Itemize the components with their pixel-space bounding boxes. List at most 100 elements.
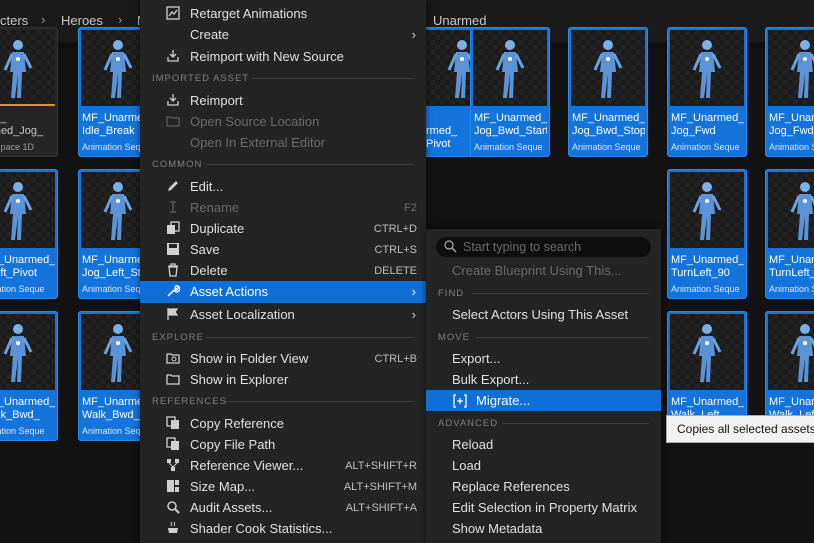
chevron-right-icon: ›	[118, 12, 123, 27]
submenu-item-replace-references[interactable]: Replace References	[426, 476, 661, 497]
menu-item-show-in-explorer[interactable]: Show in Explorer	[140, 369, 426, 390]
menu-item-show-in-folder-view[interactable]: Show in Folder View CTRL+B	[140, 348, 426, 369]
asset-thumbnail	[0, 30, 55, 106]
section-imported-asset: IMPORTED ASSET	[152, 73, 250, 84]
asset-type: Animation Seque	[474, 142, 543, 152]
submenu-item-select-actors[interactable]: Select Actors Using This Asset	[426, 304, 661, 325]
divider	[206, 337, 414, 338]
menu-item-asset-actions[interactable]: Asset Actions ›	[140, 281, 426, 303]
menu-item-delete[interactable]: Delete DELETE	[140, 260, 426, 281]
reimport-icon	[166, 93, 180, 107]
asset-type: Animation Seque	[769, 284, 814, 294]
duplicate-icon	[166, 221, 180, 235]
menu-item-edit[interactable]: Edit...	[140, 176, 426, 197]
character-figure-icon	[98, 38, 138, 107]
menu-item-audit-assets[interactable]: Audit Assets... ALT+SHIFT+A	[140, 497, 426, 518]
character-figure-icon	[687, 38, 727, 107]
menu-item-copy-reference[interactable]: Copy Reference	[140, 413, 426, 434]
character-figure-icon	[588, 38, 628, 107]
breadcrumb-item[interactable]: Heroes	[61, 13, 103, 28]
character-figure-icon	[687, 322, 727, 391]
search-icon	[444, 240, 457, 258]
character-figure-icon	[687, 180, 727, 249]
menu-item-reimport-new-source[interactable]: Reimport with New Source	[140, 46, 426, 67]
menu-item-open-source-location[interactable]: Open Source Location	[140, 111, 426, 132]
menu-item-reference-viewer[interactable]: Reference Viewer... ALT+SHIFT+R	[140, 455, 426, 476]
asset-name: MF_Unarmed_ Walk_Bwd_	[0, 396, 55, 421]
submenu-item-load[interactable]: Load	[426, 455, 661, 476]
menu-item-copy-file-path[interactable]: Copy File Path	[140, 434, 426, 455]
asset-thumbnail	[768, 172, 814, 248]
context-menu: Retarget Animations Create › Reimport wi…	[140, 0, 426, 543]
divider	[472, 293, 649, 294]
asset-tile[interactable]: MF_Unarmed_ Jog_Fwd_ Animation Seque	[765, 27, 814, 157]
trash-icon	[166, 263, 180, 277]
asset-thumbnail	[768, 30, 814, 106]
shader-icon	[166, 521, 180, 535]
audit-icon	[166, 500, 180, 514]
menu-item-save[interactable]: Save CTRL+S	[140, 239, 426, 260]
folder-icon	[166, 114, 180, 128]
asset-tile[interactable]: MF_Unarmed_ TurnLeft_ Animation Seque	[765, 169, 814, 299]
asset-thumbnail	[473, 30, 547, 106]
asset-thumbnail	[0, 172, 55, 248]
character-figure-icon	[0, 38, 38, 107]
asset-name: MF_Unarmed_ Jog_Bwd_Start	[474, 112, 547, 137]
submenu-item-show-metadata[interactable]: Show Metadata	[426, 518, 661, 539]
migrate-tooltip: Copies all selected assets	[666, 415, 814, 443]
asset-tile[interactable]: MF_Unarmed_ Jog_Bwd_Start Animation Seque	[470, 27, 550, 157]
menu-item-size-map[interactable]: Size Map... ALT+SHIFT+M	[140, 476, 426, 497]
submenu-item-reload[interactable]: Reload	[426, 434, 661, 455]
character-figure-icon	[98, 322, 138, 391]
menu-item-rename[interactable]: Rename F2	[140, 197, 426, 218]
asset-thumbnail	[670, 30, 744, 106]
menu-item-duplicate[interactable]: Duplicate CTRL+D	[140, 218, 426, 239]
menu-item-shader-cook-statistics[interactable]: Shader Cook Statistics...	[140, 518, 426, 539]
asset-thumbnail	[670, 172, 744, 248]
asset-tile[interactable]: MF_Unarmed_ Jog_Fwd Animation Seque	[667, 27, 747, 157]
folder-icon	[166, 372, 180, 386]
asset-type: Animation Seque	[671, 142, 740, 152]
copy-icon	[166, 437, 180, 451]
submenu-item-create-blueprint[interactable]: Create Blueprint Using This...	[426, 260, 661, 281]
submenu-item-export[interactable]: Export...	[426, 348, 661, 369]
asset-name: MF_Unarmed_ TurnLeft_90	[671, 254, 744, 279]
asset-actions-submenu: Start typing to search Create Blueprint …	[426, 229, 661, 543]
reference-viewer-icon	[166, 458, 180, 472]
submenu-item-bulk-export[interactable]: Bulk Export...	[426, 369, 661, 390]
breadcrumb-item[interactable]: cters	[0, 13, 28, 28]
character-figure-icon	[785, 180, 814, 249]
asset-tile[interactable]: MF_Unarmed_ Jog_Bwd_Stop Animation Seque	[568, 27, 648, 157]
retarget-icon	[166, 6, 180, 20]
asset-tile[interactable]: MF_Unarmed_ TurnLeft_90 Animation Seque	[667, 169, 747, 299]
asset-name: MF_Unarmed_ _Left_Pivot	[0, 254, 55, 279]
chevron-right-icon: ›	[411, 284, 416, 299]
divider	[502, 423, 649, 424]
breadcrumb-item[interactable]: Unarmed	[433, 13, 486, 28]
submenu-item-migrate[interactable]: Migrate...	[426, 390, 661, 411]
character-figure-icon	[98, 180, 138, 249]
menu-item-retarget-animations[interactable]: Retarget Animations	[140, 3, 426, 24]
section-advanced: ADVANCED	[438, 418, 499, 429]
asset-tile[interactable]: MM_ armed_Jog_nd Space 1D	[0, 27, 58, 157]
asset-tile[interactable]: MF_Unarmed_ Walk_Bwd_ nimation Seque	[0, 311, 58, 441]
character-figure-icon	[0, 180, 38, 249]
asset-thumbnail	[670, 314, 744, 390]
menu-item-open-external-editor[interactable]: Open In External Editor	[140, 132, 426, 153]
character-figure-icon	[490, 38, 530, 107]
menu-item-reimport[interactable]: Reimport	[140, 90, 426, 111]
asset-tile[interactable]: MF_Unarmed_ _Left_Pivot nimation Seque	[0, 169, 58, 299]
divider	[226, 401, 414, 402]
menu-item-create[interactable]: Create ›	[140, 24, 426, 45]
menu-item-asset-localization[interactable]: Asset Localization ›	[140, 304, 426, 325]
asset-type: Animation Seque	[572, 142, 641, 152]
section-move: MOVE	[438, 332, 470, 343]
chevron-right-icon: ›	[411, 27, 416, 42]
asset-name: MF_Unarmed_ Jog_Fwd_	[769, 112, 814, 137]
submenu-search-input[interactable]: Start typing to search	[436, 237, 651, 257]
character-figure-icon	[785, 38, 814, 107]
size-map-icon	[166, 479, 180, 493]
submenu-item-edit-property-matrix[interactable]: Edit Selection in Property Matrix	[426, 497, 661, 518]
reimport-icon	[166, 49, 180, 63]
asset-thumbnail	[0, 314, 55, 390]
